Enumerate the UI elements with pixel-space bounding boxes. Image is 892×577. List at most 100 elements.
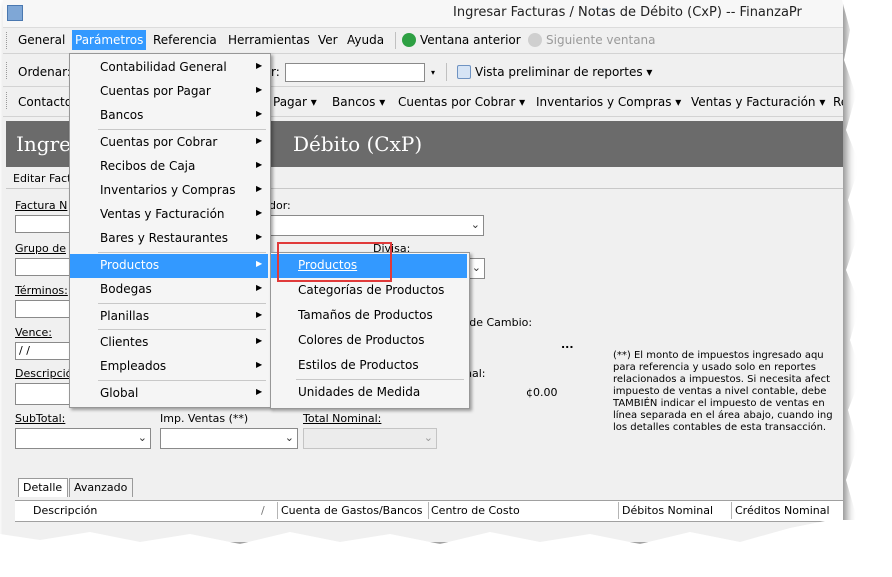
menu-item-cuentas-cobrar[interactable]: Cuentas por Cobrar ▶ <box>70 131 268 155</box>
supplier-select[interactable]: ⌄ <box>269 215 484 236</box>
column-debitos[interactable]: Débitos Nominal <box>622 504 713 517</box>
description-input[interactable] <box>15 383 75 405</box>
submenu-arrow-icon: ▶ <box>256 283 263 292</box>
toolbar-grip[interactable] <box>6 62 10 79</box>
toolbar-cuentas-cobrar[interactable]: Cuentas por Cobrar ▾ <box>398 95 525 109</box>
menu-item-clientes[interactable]: Clientes ▶ <box>70 331 268 355</box>
sales-tax-label: Imp. Ventas (**) <box>160 412 249 425</box>
column-creditos[interactable]: Créditos Nominal <box>735 504 830 517</box>
menu-item-cuentas-pagar[interactable]: Cuentas por Pagar ▶ <box>70 80 268 104</box>
total-nominal-label: Total Nominal: <box>303 412 382 425</box>
submenu-arrow-icon: ▶ <box>256 136 263 145</box>
menu-referencia[interactable]: Referencia <box>153 33 217 47</box>
menu-divider <box>98 252 266 253</box>
forward-button: Siguiente ventana <box>546 33 656 47</box>
menu-item-global[interactable]: Global ▶ <box>70 382 268 406</box>
tab-avanzado[interactable]: Avanzado <box>69 478 133 497</box>
submenu-arrow-icon: ▶ <box>256 336 263 345</box>
sort-indicator-icon: / <box>261 504 265 517</box>
submenu-arrow-icon: ▶ <box>256 232 263 241</box>
menu-item-planillas[interactable]: Planillas ▶ <box>70 305 268 329</box>
total-nominal-field: ⌄ <box>303 428 437 449</box>
submenu-arrow-icon: ▶ <box>256 360 263 369</box>
menu-divider <box>98 129 266 130</box>
submenu-arrow-icon: ▶ <box>256 310 263 319</box>
submenu-arrow-icon: ▶ <box>256 61 263 70</box>
due-date-input[interactable]: / / <box>15 342 75 360</box>
report-preview-button[interactable]: Vista preliminar de reportes ▾ <box>475 65 652 79</box>
menu-ver[interactable]: Ver <box>318 33 338 47</box>
menu-item-contabilidad[interactable]: Contabilidad General ▶ <box>70 56 268 80</box>
amount-value: ¢0.00 <box>526 386 558 399</box>
chevron-down-icon: ⌄ <box>284 431 294 444</box>
separator <box>395 32 396 49</box>
submenu-arrow-icon: ▶ <box>256 387 263 396</box>
tab-detalle[interactable]: Detalle <box>18 478 68 497</box>
chevron-down-icon: ⌄ <box>423 431 433 444</box>
back-arrow-icon[interactable] <box>402 33 416 47</box>
filter-label: r: <box>271 65 280 79</box>
report-preview-icon[interactable] <box>457 65 471 79</box>
toolbar-ventas[interactable]: Ventas y Facturación ▾ <box>691 95 825 109</box>
window-title: Ingresar Facturas / Notas de Débito (CxP… <box>453 5 802 20</box>
menu-item-recibos[interactable]: Recibos de Caja ▶ <box>70 155 268 179</box>
sales-tax-field[interactable]: ⌄ <box>160 428 298 449</box>
due-date-value: / / <box>19 344 30 357</box>
terms-input[interactable] <box>15 300 75 318</box>
column-cuenta[interactable]: Cuenta de Gastos/Bancos <box>281 504 422 517</box>
submenu-arrow-icon: ▶ <box>256 160 263 169</box>
more-options-button[interactable]: ... <box>561 338 574 351</box>
dropdown-arrow-icon[interactable]: ▾ <box>431 68 435 77</box>
toolbar-cuentas-pagar[interactable]: Pagar ▾ <box>273 95 317 109</box>
order-label: Ordenar: <box>18 65 71 79</box>
submenu-item-tamanos[interactable]: Tamaños de Productos <box>271 304 467 328</box>
menu-bar: General Parámetros Referencia Herramient… <box>3 28 843 54</box>
submenu-item-unidades[interactable]: Unidades de Medida <box>271 381 467 405</box>
menu-divider <box>98 303 266 304</box>
submenu-arrow-icon: ▶ <box>256 85 263 94</box>
toolbar-grip[interactable] <box>6 92 10 109</box>
subtotal-field[interactable]: ⌄ <box>15 428 151 449</box>
submenu-item-estilos[interactable]: Estilos de Productos <box>271 354 467 378</box>
toolbar-inventarios[interactable]: Inventarios y Compras ▾ <box>536 95 681 109</box>
menu-parametros[interactable]: Parámetros <box>72 30 147 50</box>
filter-input[interactable] <box>285 63 425 82</box>
column-centro-costo[interactable]: Centro de Costo <box>431 504 520 517</box>
menu-item-productos[interactable]: Productos ▶ <box>70 254 268 278</box>
submenu-item-categorias[interactable]: Categorías de Productos <box>271 279 467 303</box>
menu-herramientas[interactable]: Herramientas <box>228 33 310 47</box>
menu-item-bancos[interactable]: Bancos ▶ <box>70 104 268 128</box>
column-descripcion[interactable]: Descripción <box>33 504 97 517</box>
toolbar-bancos[interactable]: Bancos ▾ <box>332 95 385 109</box>
separator <box>446 63 447 81</box>
invoice-number-label: Factura N <box>15 199 68 212</box>
submenu-arrow-icon: ▶ <box>256 208 263 217</box>
title-bar: ⌄ Ingresar Facturas / Notas de Débito (C… <box>3 0 843 28</box>
edit-invoice-label[interactable]: Editar Fact <box>13 172 71 185</box>
column-separator[interactable] <box>277 502 278 519</box>
toolbar-contactos[interactable]: Contacto <box>18 95 72 109</box>
invoice-number-input[interactable] <box>15 215 75 233</box>
column-separator[interactable] <box>618 502 619 519</box>
chevron-down-icon: ⌄ <box>470 218 480 231</box>
column-separator[interactable] <box>428 502 429 519</box>
menu-item-ventas[interactable]: Ventas y Facturación ▶ <box>70 203 268 227</box>
group-input[interactable] <box>15 258 75 276</box>
submenu-arrow-icon: ▶ <box>256 259 263 268</box>
menu-item-empleados[interactable]: Empleados ▶ <box>70 355 268 379</box>
menu-item-bares[interactable]: Bares y Restaurantes ▶ <box>70 227 268 251</box>
toolbar-grip[interactable] <box>6 32 10 49</box>
menu-ayuda[interactable]: Ayuda <box>347 33 384 47</box>
back-button[interactable]: Ventana anterior <box>420 33 521 47</box>
torn-edge-right <box>842 0 892 577</box>
parametros-menu: Contabilidad General ▶ Cuentas por Pagar ▶… <box>69 53 271 408</box>
menu-item-inventarios[interactable]: Inventarios y Compras ▶ <box>70 179 268 203</box>
menu-item-bodegas[interactable]: Bodegas ▶ <box>70 278 268 302</box>
app-window: ⌄ Ingresar Facturas / Notas de Débito (C… <box>3 0 843 542</box>
submenu-arrow-icon: ▶ <box>256 184 263 193</box>
submenu-item-colores[interactable]: Colores de Productos <box>271 329 467 353</box>
terms-label: Términos: <box>15 284 68 297</box>
column-separator[interactable] <box>731 502 732 519</box>
menu-general[interactable]: General <box>18 33 65 47</box>
supplier-label: dor: <box>269 199 291 212</box>
